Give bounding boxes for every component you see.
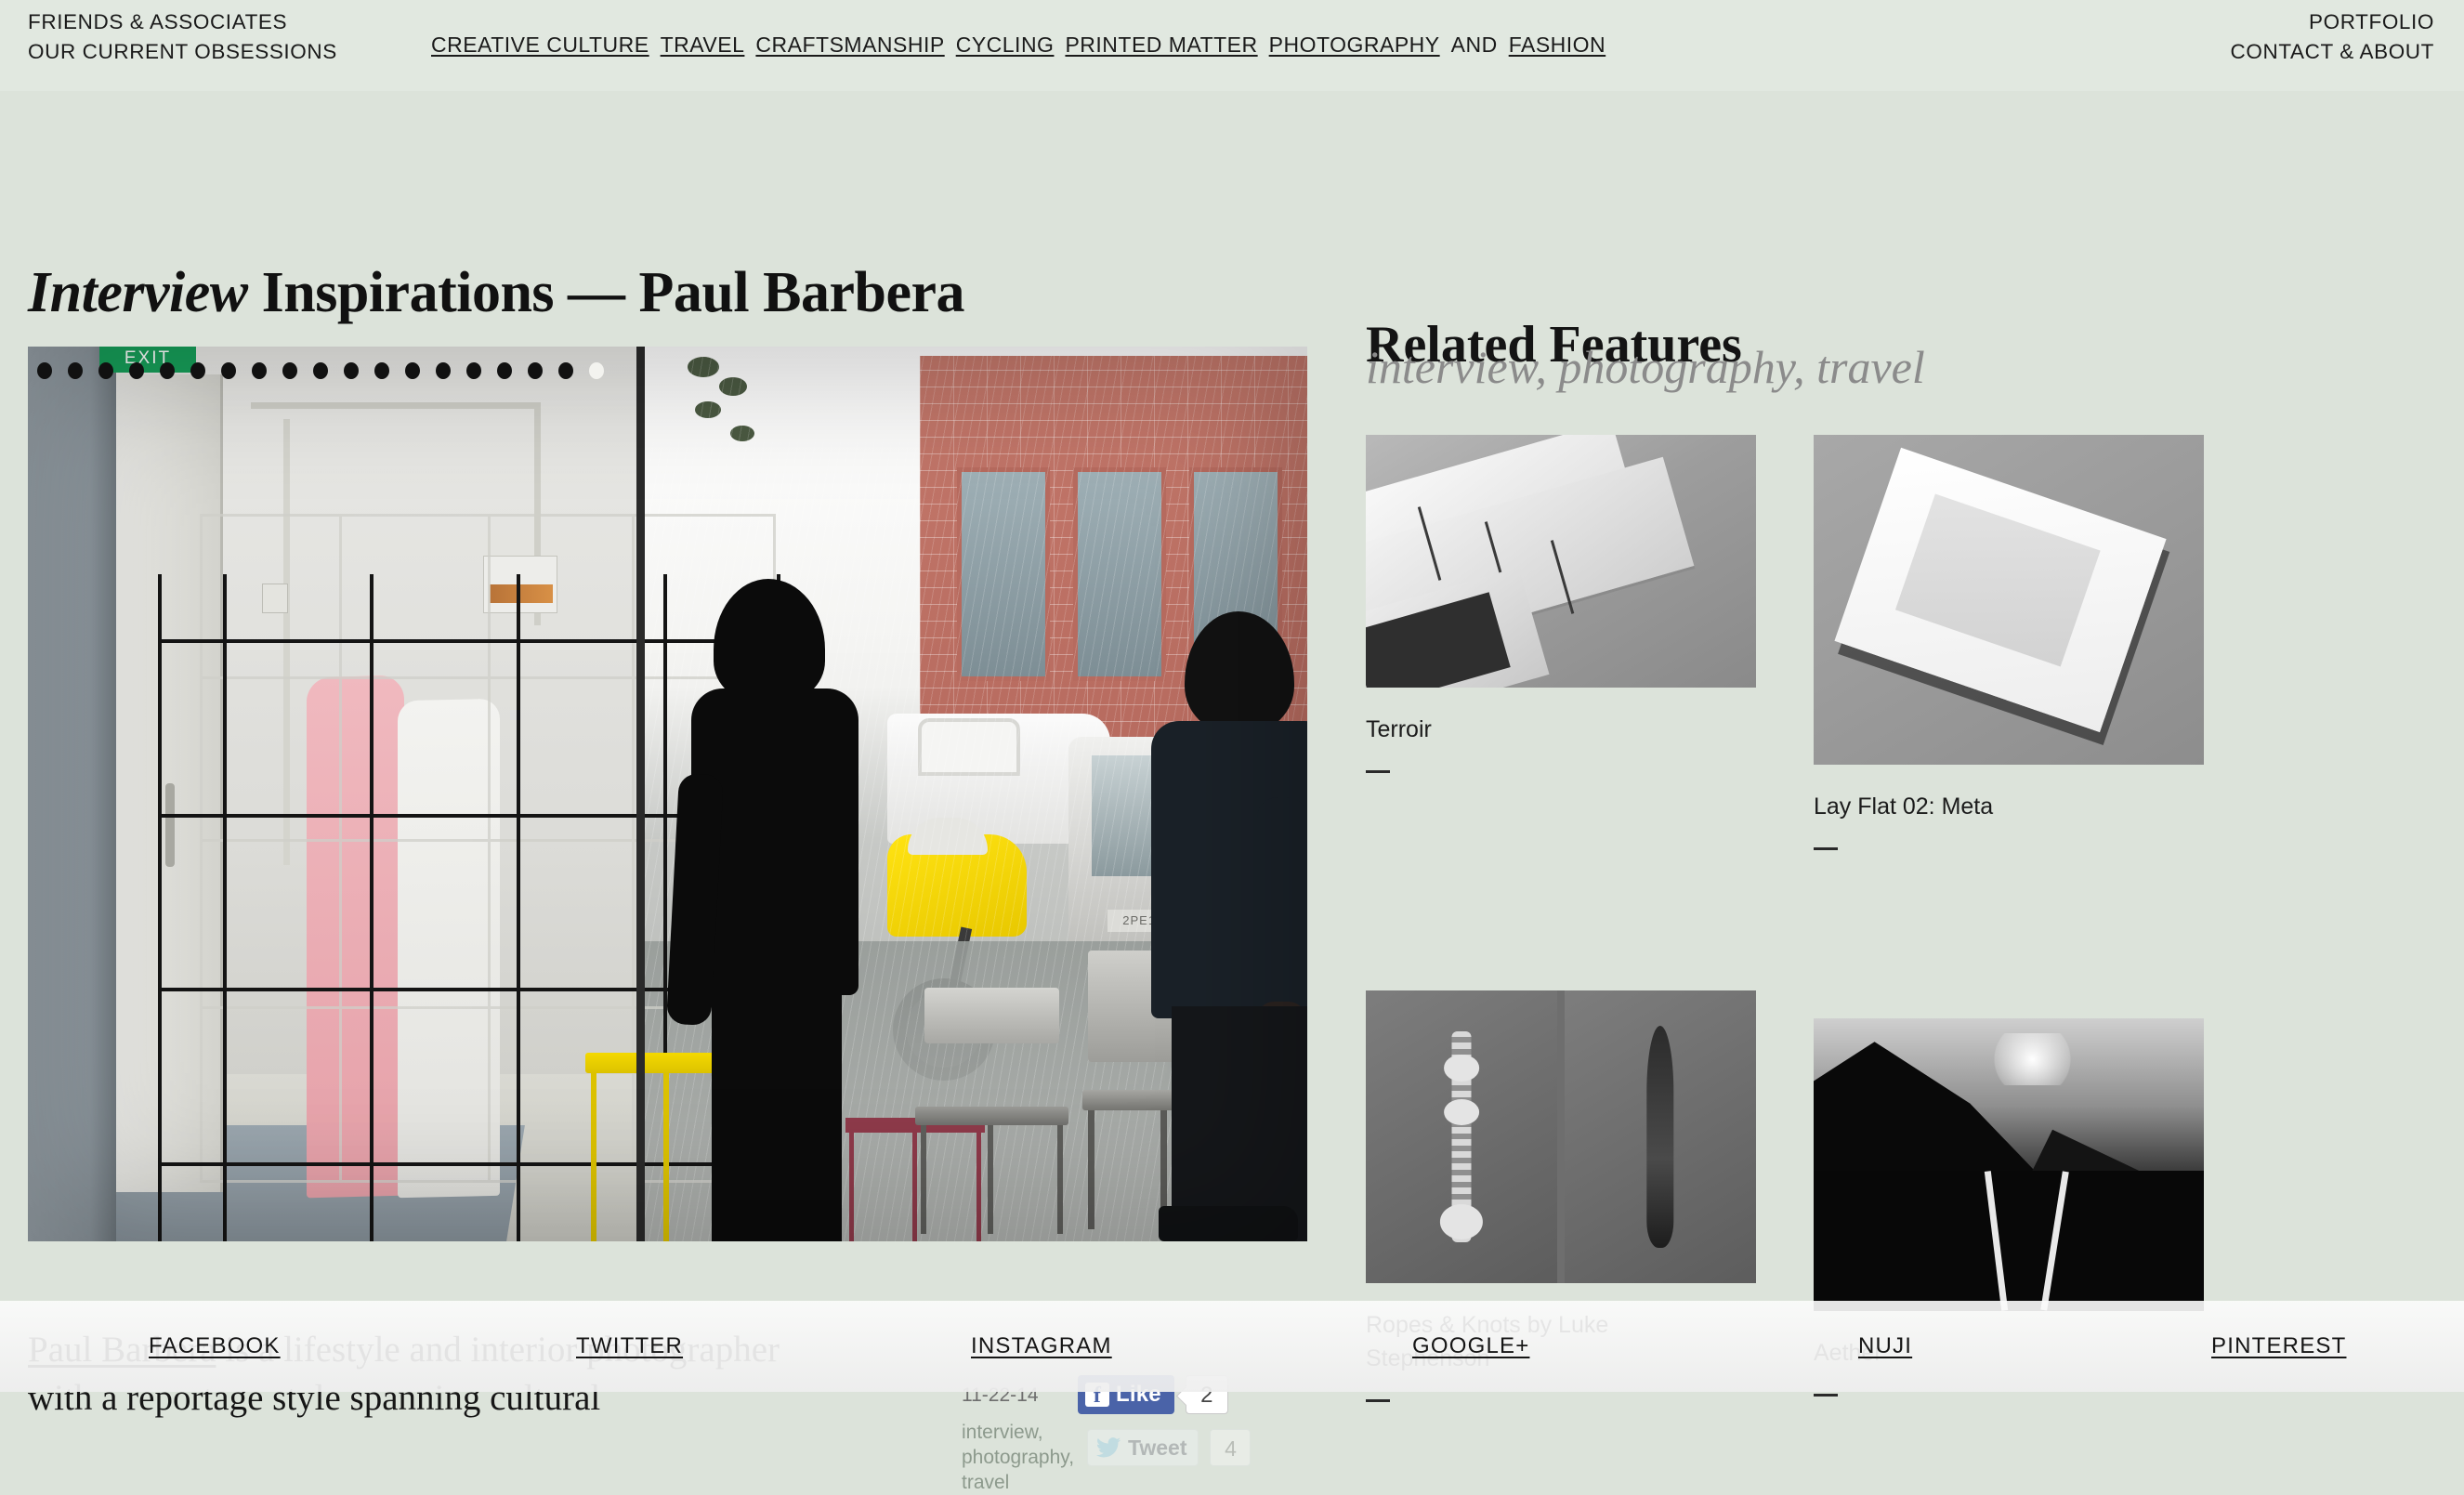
related-item-terroir[interactable]: Terroir [1366, 435, 1756, 773]
utility-navigation[interactable]: PORTFOLIO CONTACT & ABOUT [2231, 7, 2434, 67]
related-item-lay-flat[interactable]: Lay Flat 02: Meta [1814, 435, 2204, 850]
nav-item-travel[interactable]: TRAVEL [661, 33, 745, 57]
slideshow-dot[interactable] [436, 362, 451, 379]
twitter-tweet-button[interactable]: Tweet [1087, 1429, 1199, 1466]
wall-pipe [251, 402, 539, 409]
related-thumbnail-aether[interactable] [1814, 1018, 2204, 1311]
footer-link-nuji[interactable]: NUJI [1858, 1333, 1912, 1359]
slideshow-dot[interactable] [252, 362, 267, 379]
article-tags[interactable]: interview, photography, travel [962, 1420, 1074, 1495]
grey-chair [915, 988, 1068, 1234]
related-thumbnail-ropes-knots[interactable] [1366, 990, 1756, 1283]
twitter-tweet-label: Tweet [1128, 1435, 1187, 1460]
person-silhouette-left [665, 579, 883, 1241]
social-footer-bar: FACEBOOK TWITTER INSTAGRAM GOOGLE+ NUJI PINTE… [0, 1301, 2464, 1392]
slideshow-dot[interactable] [221, 362, 236, 379]
caption-dash [1366, 1399, 1390, 1402]
title-rest: Inspirations — Paul Barbera [247, 260, 965, 324]
slideshow-dot-active[interactable] [589, 362, 604, 379]
footer-link-google-[interactable]: GOOGLE+ [1412, 1333, 1529, 1359]
nav-item-craftsmanship[interactable]: CRAFTSMANSHIP [755, 33, 944, 57]
related-thumbnail-lay-flat[interactable] [1814, 435, 2204, 765]
twitter-tweet-widget[interactable]: Tweet 4 [1087, 1429, 1252, 1466]
twitter-bird-icon [1095, 1437, 1121, 1458]
related-features-tagline: interview, photography, travel [1366, 341, 1925, 393]
nav-item-cycling[interactable]: CYCLING [956, 33, 1055, 57]
page-content: Interview Inspirations — Paul Barbera 2P… [0, 91, 2464, 1493]
footer-link-facebook[interactable]: FACEBOOK [149, 1333, 281, 1359]
slideshow-dot[interactable] [405, 362, 420, 379]
slideshow-dot[interactable] [558, 362, 573, 379]
nav-item-and: AND [1450, 33, 1498, 57]
hero-photo: 2PE1E EXIT [28, 347, 1307, 1241]
slideshow-dot[interactable] [160, 362, 175, 379]
slideshow-dot[interactable] [313, 362, 328, 379]
slideshow-dot[interactable] [98, 362, 113, 379]
related-thumbnail-terroir[interactable] [1366, 435, 1756, 688]
main-navigation[interactable]: CREATIVE CULTURE TRAVEL CRAFTSMANSHIP CYCLI… [431, 32, 1617, 58]
caption-dash [1366, 770, 1390, 773]
related-caption: Terroir [1366, 716, 1432, 742]
slideshow-dot[interactable] [129, 362, 144, 379]
slideshow-dot[interactable] [528, 362, 543, 379]
slideshow-dot[interactable] [282, 362, 297, 379]
window-frame [636, 347, 645, 1241]
slideshow-dot[interactable] [466, 362, 481, 379]
title-italic-word: Interview [28, 260, 248, 324]
nav-item-fashion[interactable]: FASHION [1509, 33, 1606, 57]
nav-item-printed-matter[interactable]: PRINTED MATTER [1065, 33, 1257, 57]
site-brand[interactable]: FRIENDS & ASSOCIATES OUR CURRENT OBSESSI… [28, 7, 337, 67]
slideshow-dot[interactable] [374, 362, 389, 379]
site-header: FRIENDS & ASSOCIATES OUR CURRENT OBSESSI… [0, 0, 2464, 91]
slideshow-dot[interactable] [190, 362, 205, 379]
nav-item-creative-culture[interactable]: CREATIVE CULTURE [431, 33, 649, 57]
caption-dash [1814, 1394, 1838, 1397]
footer-link-instagram[interactable]: INSTAGRAM [971, 1333, 1112, 1359]
slideshow-dot[interactable] [344, 362, 359, 379]
slideshow-pagination-dots[interactable] [37, 362, 604, 379]
hero-slideshow-image[interactable]: 2PE1E EXIT [28, 347, 1307, 1241]
brand-line-2: OUR CURRENT OBSESSIONS [28, 40, 337, 63]
slideshow-dot[interactable] [497, 362, 512, 379]
page-title: Interview Inspirations — Paul Barbera [28, 260, 965, 325]
nav-portfolio[interactable]: PORTFOLIO [2231, 7, 2434, 37]
person-silhouette-right [1138, 611, 1307, 1241]
nav-contact-about[interactable]: CONTACT & ABOUT [2231, 37, 2434, 67]
footer-link-pinterest[interactable]: PINTEREST [2211, 1333, 2346, 1359]
left-column [28, 347, 116, 1241]
footer-link-twitter[interactable]: TWITTER [576, 1333, 683, 1359]
brand-line-1: FRIENDS & ASSOCIATES [28, 10, 288, 33]
nav-item-photography[interactable]: PHOTOGRAPHY [1269, 33, 1440, 57]
twitter-tweet-count: 4 [1210, 1429, 1252, 1466]
related-caption: Lay Flat 02: Meta [1814, 793, 1994, 820]
caption-dash [1814, 847, 1838, 850]
slideshow-dot[interactable] [68, 362, 83, 379]
slideshow-dot[interactable] [37, 362, 52, 379]
